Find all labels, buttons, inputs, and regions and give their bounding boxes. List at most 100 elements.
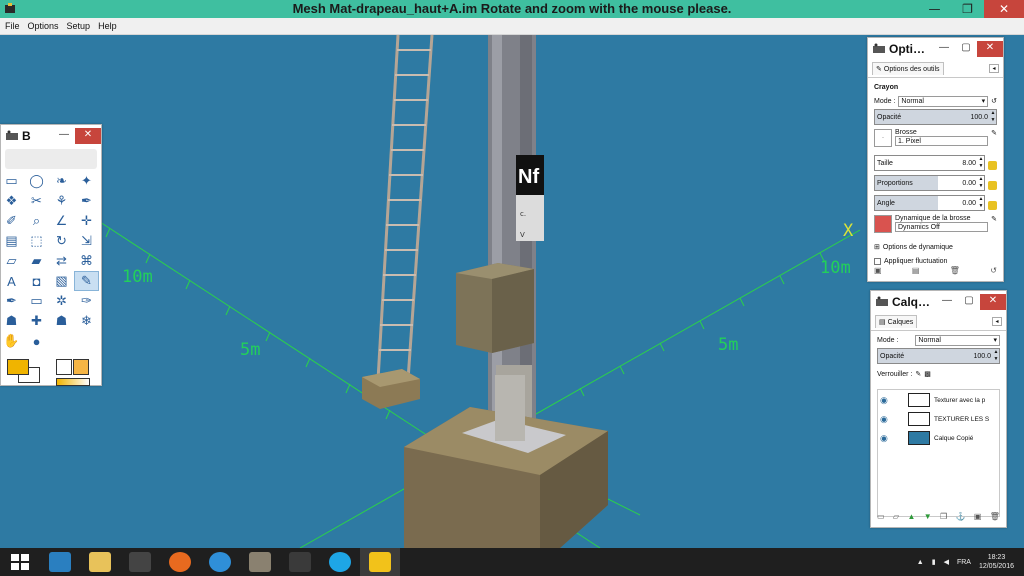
new-layer-icon[interactable]: ▭	[877, 512, 885, 521]
brush-field[interactable]: 1. Pixel	[895, 136, 989, 146]
airbrush-tool-button[interactable]: ✲	[49, 291, 74, 311]
brush-swatch[interactable]: ·	[874, 129, 892, 147]
scissors-tool-button[interactable]: ✂	[24, 191, 49, 211]
taskbar-firefox[interactable]	[160, 548, 200, 576]
delete-preset-icon[interactable]: 🗑	[950, 266, 960, 275]
raise-layer-icon[interactable]: ▲	[907, 512, 915, 521]
tab-tool-options[interactable]: ✎ Options des outils	[872, 62, 944, 75]
visibility-eye-icon[interactable]: ◉	[880, 395, 890, 406]
eraser-tool-button[interactable]: ▭	[24, 291, 49, 311]
lock-pixels-icon[interactable]: ✎	[915, 370, 921, 378]
tray-arrow-icon[interactable]: ▲	[917, 559, 924, 566]
clock[interactable]: 18:23 12/05/2016	[979, 553, 1014, 571]
tab-layers[interactable]: ▤ Calques	[875, 315, 918, 328]
smudge-tool-button[interactable]: ✋	[0, 331, 24, 351]
edit-brush-icon[interactable]: ✎	[991, 129, 997, 151]
ellipse-select-tool-button[interactable]: ◯	[24, 171, 49, 191]
save-preset-icon[interactable]: ▣	[874, 266, 882, 275]
cage-tool-button[interactable]: ⌘	[74, 251, 99, 271]
reset-proportions-icon[interactable]	[988, 180, 997, 190]
layers-maximize-button[interactable]: ▢	[958, 294, 980, 310]
layer-row[interactable]: ◉ Calque Copié	[878, 429, 999, 447]
layer-mode-select[interactable]: Normal ▾	[915, 334, 1000, 346]
size-slider[interactable]: Taille 8.00 ▲ ▼	[874, 155, 985, 171]
perspective-clone-tool-button[interactable]: ☗	[49, 311, 74, 331]
spin-arrows-icon[interactable]: ▲ ▼	[978, 176, 984, 190]
tool-options-titlebar[interactable]: Opti… — ▢ ✕	[868, 38, 1003, 60]
dynamics-field[interactable]: Dynamics Off	[895, 222, 989, 232]
wilber-drop-area[interactable]	[5, 149, 97, 169]
taskbar-game-2[interactable]	[280, 548, 320, 576]
brush-preview[interactable]	[56, 359, 72, 375]
close-button[interactable]: ✕	[984, 0, 1024, 18]
proportions-slider[interactable]: Proportions 0.00 ▲ ▼	[874, 175, 985, 191]
fluctuation-checkbox[interactable]	[874, 257, 881, 265]
opacity-slider[interactable]: Opacité 100.0 ▲ ▼	[874, 109, 997, 125]
foreground-color-swatch[interactable]	[7, 359, 29, 375]
tab-menu-button[interactable]: ◂	[992, 317, 1002, 326]
dodge-burn-tool-button[interactable]: ●	[24, 331, 49, 351]
lock-alpha-icon[interactable]: ▩	[924, 370, 931, 378]
flip-tool-button[interactable]: ⇄	[49, 251, 74, 271]
edit-dynamics-icon[interactable]: ✎	[991, 215, 997, 237]
spin-arrows-icon[interactable]: ▲ ▼	[990, 110, 996, 124]
mask-layer-icon[interactable]: ▣	[974, 512, 982, 521]
windows-start-button[interactable]	[0, 548, 40, 576]
menu-file[interactable]: File	[2, 18, 23, 34]
color-picker-tool-button[interactable]: ✐	[0, 211, 24, 231]
dynamics-swatch[interactable]	[874, 215, 892, 233]
visibility-eye-icon[interactable]: ◉	[880, 414, 890, 425]
taskbar-train-app[interactable]	[360, 548, 400, 576]
volume-icon[interactable]: ◀	[944, 558, 949, 566]
menu-setup[interactable]: Setup	[64, 18, 94, 34]
title-bar[interactable]: Mesh Mat-drapeau_haut+A.im Rotate and zo…	[0, 0, 1024, 18]
taskbar-skype[interactable]	[320, 548, 360, 576]
toolbox-close-button[interactable]: ✕	[75, 128, 101, 144]
pencil-tool-button[interactable]: ✎	[74, 271, 99, 291]
move-tool-button[interactable]: ✛	[74, 211, 99, 231]
blur-tool-button[interactable]: ❄	[74, 311, 99, 331]
paths-tool-button[interactable]: ✒	[74, 191, 99, 211]
blend-tool-button[interactable]: ▧	[49, 271, 74, 291]
restore-preset-icon[interactable]: ▤	[912, 266, 920, 275]
text-tool-button[interactable]: A	[0, 271, 24, 291]
tool-options-minimize-button[interactable]: —	[933, 41, 955, 57]
network-icon[interactable]: ▮	[932, 558, 936, 566]
dynamics-options-expander[interactable]: ⊞ Options de dynamique	[874, 241, 997, 253]
foreground-select-tool-button[interactable]: ⚘	[49, 191, 74, 211]
layer-row[interactable]: ◉ Texturer avec la p	[878, 391, 999, 409]
tab-menu-button[interactable]: ◂	[989, 64, 999, 73]
tool-options-maximize-button[interactable]: ▢	[955, 41, 977, 57]
bucket-fill-tool-button[interactable]: ◘	[24, 271, 49, 291]
mode-select[interactable]: Normal ▾	[898, 95, 989, 107]
fuzzy-select-tool-button[interactable]: ✦	[74, 171, 99, 191]
taskbar-game[interactable]	[120, 548, 160, 576]
spin-arrows-icon[interactable]: ▲ ▼	[993, 349, 999, 363]
clone-tool-button[interactable]: ☗	[0, 311, 24, 331]
rect-select-tool-button[interactable]: ▭	[0, 171, 24, 191]
tool-options-close-button[interactable]: ✕	[977, 41, 1003, 57]
layers-minimize-button[interactable]: —	[936, 294, 958, 310]
anchor-layer-icon[interactable]: ⚓	[956, 512, 966, 521]
language-indicator[interactable]: FRA	[957, 559, 971, 566]
menu-help[interactable]: Help	[95, 18, 120, 34]
ink-tool-button[interactable]: ✑	[74, 291, 99, 311]
lower-layer-icon[interactable]: ▼	[924, 512, 932, 521]
reset-angle-icon[interactable]	[988, 200, 997, 210]
reset-size-icon[interactable]	[988, 160, 997, 170]
rotate-tool-button[interactable]: ↻	[49, 231, 74, 251]
minimize-button[interactable]: —	[918, 0, 951, 18]
visibility-eye-icon[interactable]: ◉	[880, 433, 890, 444]
toolbox-titlebar[interactable]: B — ✕	[1, 125, 101, 147]
pattern-preview[interactable]	[73, 359, 89, 375]
spin-arrows-icon[interactable]: ▲ ▼	[978, 156, 984, 170]
menu-options[interactable]: Options	[25, 18, 62, 34]
taskbar-explorer[interactable]	[80, 548, 120, 576]
shear-tool-button[interactable]: ▱	[0, 251, 24, 271]
color-select-tool-button[interactable]: ❖	[0, 191, 24, 211]
duplicate-layer-icon[interactable]: ❐	[940, 512, 947, 521]
taskbar-cc3[interactable]	[40, 548, 80, 576]
taskbar-ie[interactable]	[200, 548, 240, 576]
reset-options-icon[interactable]: ↺	[990, 266, 997, 275]
taskbar-gimp[interactable]	[240, 548, 280, 576]
